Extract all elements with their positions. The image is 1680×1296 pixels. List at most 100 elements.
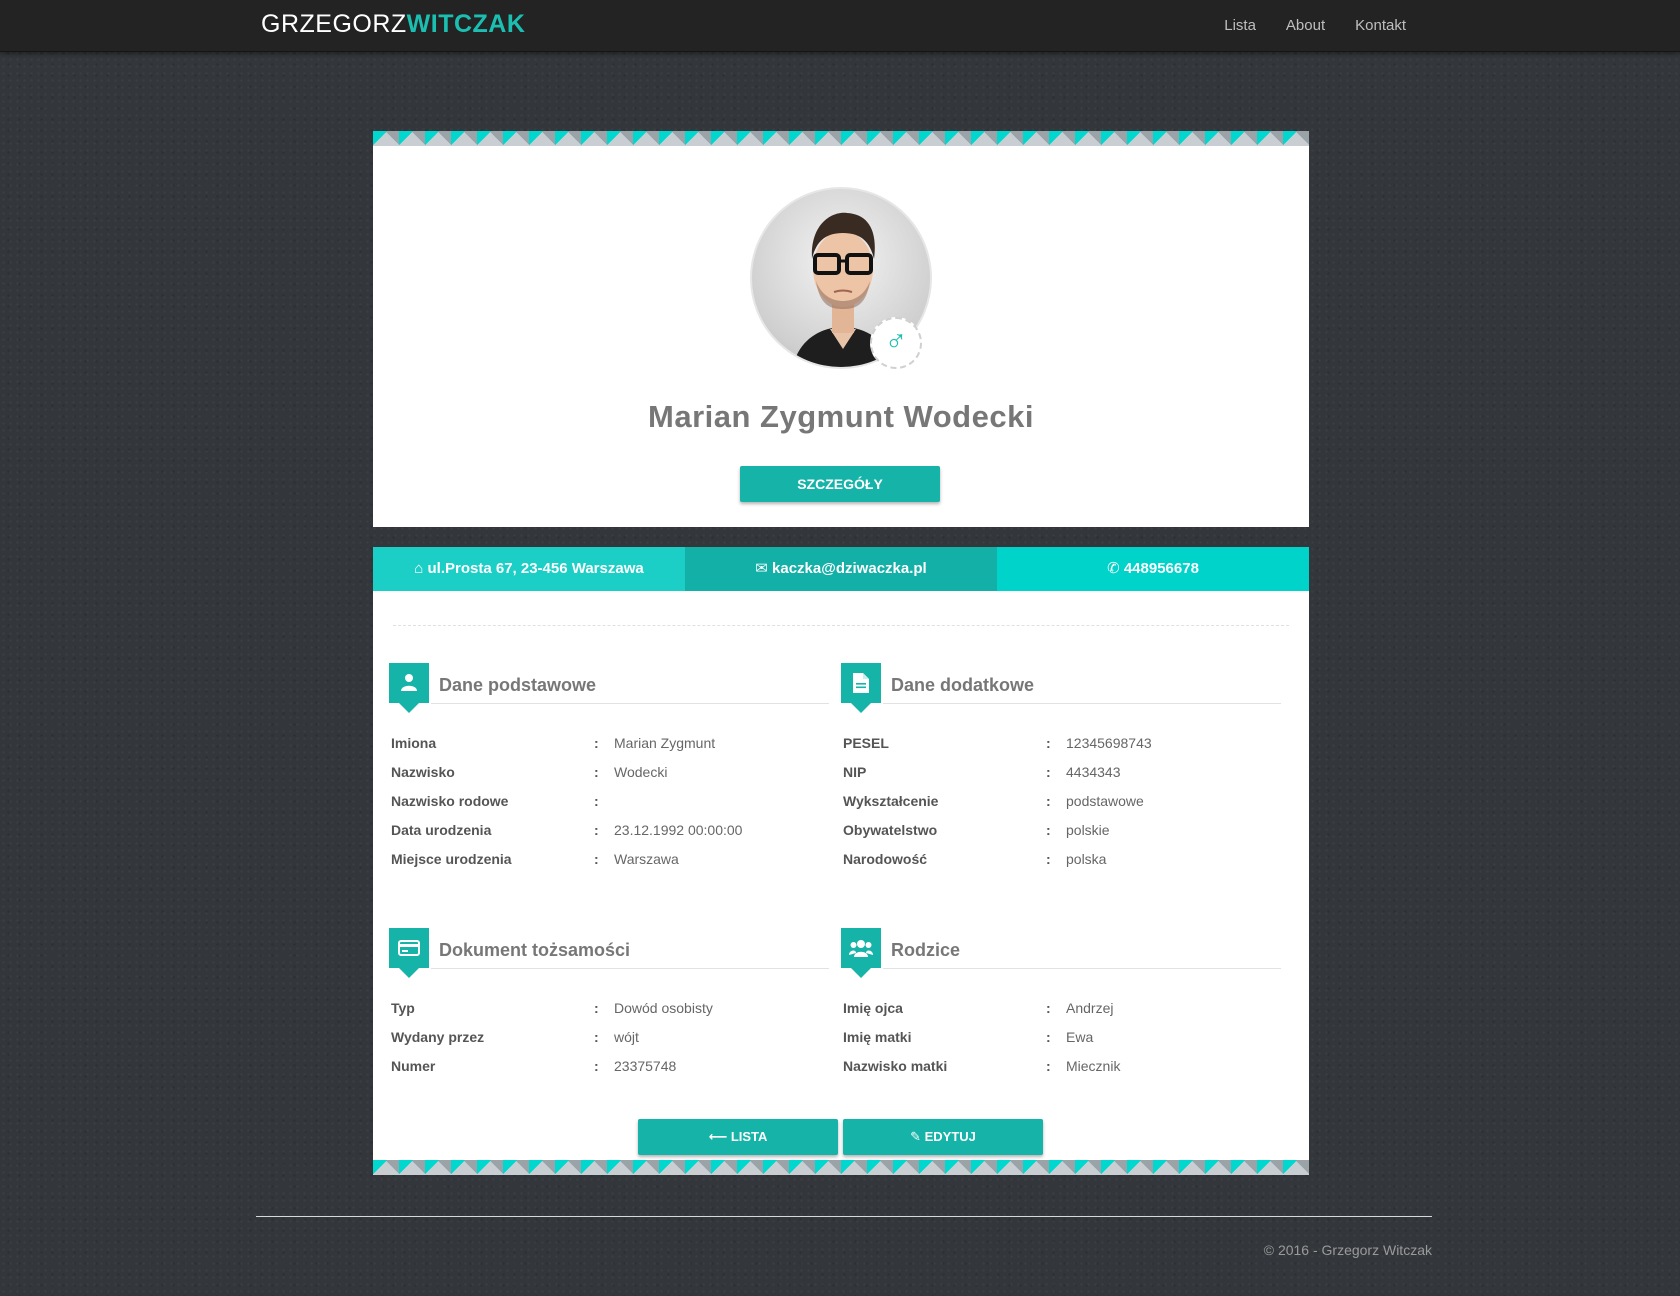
row-label: Imiona [391, 735, 437, 751]
table-row: Data urodzenia:23.12.1992 00:00:00 [389, 822, 829, 851]
brand-first: GRZEGORZ [261, 10, 407, 38]
table-row: Obywatelstwo: polskie [841, 822, 1281, 851]
dashed-divider [393, 625, 1289, 626]
row-value: podstawowe [1066, 793, 1144, 809]
section-title: Dane dodatkowe [891, 675, 1035, 695]
contact-email[interactable]: ✉ kaczka@dziwaczka.pl [685, 547, 997, 591]
section-extra: Dane dodatkowe PESEL:12345698743 NIP:443… [841, 663, 1281, 880]
credit-card-icon [389, 928, 429, 978]
list-button-label: LISTA [730, 1129, 768, 1144]
row-value: 23.12.1992 00:00:00 [614, 822, 743, 838]
phone-icon: ✆ [1107, 560, 1120, 577]
row-label: Narodowość [843, 851, 928, 867]
envelope-icon: ✉ [755, 560, 768, 577]
row-value: wójt [614, 1029, 639, 1045]
address-text: ul.Prosta 67, 23-456 Warszawa [427, 560, 644, 577]
table-row: Nazwisko matki: Miecznik [841, 1058, 1281, 1087]
nav-link-lista[interactable]: Lista [1224, 17, 1256, 34]
contact-bar: ⌂ ul.Prosta 67, 23-456 Warszawa ✉ kaczka… [373, 547, 1309, 591]
section-underline [883, 703, 1281, 704]
footer-divider [256, 1216, 1432, 1217]
decorative-triangle-strip [373, 1160, 1309, 1175]
row-label: NIP [843, 764, 867, 780]
arrow-left-icon: ⟵ [708, 1129, 731, 1144]
table-row: Imiona: Marian Zygmunt [389, 735, 829, 764]
section-parents: Rodzice Imię ojca: Andrzej Imię matki: Ewa… [841, 928, 1281, 1087]
row-value: Dowód osobisty [614, 1000, 713, 1016]
row-value: Warszawa [614, 851, 679, 867]
section-title: Dokument tożsamości [439, 940, 631, 960]
edit-button-label: EDYTUJ [924, 1129, 976, 1144]
row-value [614, 793, 829, 822]
row-value: Ewa [1066, 1029, 1094, 1045]
table-row: Imię ojca: Andrzej [841, 1000, 1281, 1029]
table-row: Nazwisko: Wodecki [389, 764, 829, 793]
section-header: Dane podstawowe [389, 663, 829, 713]
edit-icon: ✎ [910, 1129, 925, 1144]
section-underline [431, 703, 829, 704]
row-value: Miecznik [1066, 1058, 1121, 1074]
avatar-wrap: ♂ [750, 187, 932, 369]
table-row: Imię matki: Ewa [841, 1029, 1281, 1058]
row-label: Data urodzenia [391, 822, 492, 838]
navbar: GRZEGORZWITCZAK Lista About Kontakt [0, 0, 1680, 52]
row-label: Nazwisko [391, 764, 455, 780]
section-underline [431, 968, 829, 969]
table-row: Narodowość: polska [841, 851, 1281, 880]
row-label: Numer [391, 1058, 436, 1074]
row-label: Nazwisko rodowe [391, 793, 509, 809]
row-value: polska [1066, 851, 1107, 867]
section-document: Dokument tożsamości Typ: Dowód osobisty W… [389, 928, 829, 1087]
row-value: Andrzej [1066, 1000, 1114, 1016]
footer-copyright: © 2016 - Grzegorz Witczak [1263, 1242, 1432, 1258]
section-title: Dane podstawowe [439, 675, 597, 695]
row-label: Imię matki [843, 1029, 912, 1045]
nav-link-kontakt[interactable]: Kontakt [1355, 17, 1406, 34]
row-label: Nazwisko matki [843, 1058, 948, 1074]
person-name: Marian Zygmunt Wodecki [648, 399, 1034, 434]
row-label: Miejsce urodzenia [391, 851, 512, 867]
section-title: Rodzice [891, 940, 961, 960]
nav-link-about[interactable]: About [1286, 17, 1325, 34]
details-button[interactable]: SZCZEGÓŁY [740, 466, 940, 502]
list-button[interactable]: ⟵ LISTA [638, 1119, 838, 1155]
nav-links: Lista About Kontakt [1224, 17, 1406, 34]
contact-phone[interactable]: ✆ 448956678 [997, 547, 1309, 591]
email-text: kaczka@dziwaczka.pl [772, 560, 927, 577]
table-row: Miejsce urodzenia: Warszawa [389, 851, 829, 880]
row-value: 23375748 [614, 1058, 677, 1074]
table-row: PESEL:12345698743 [841, 735, 1281, 764]
table-row: Nazwisko rodowe: [389, 793, 829, 822]
row-value: 4434343 [1066, 764, 1121, 780]
section-header: Dane dodatkowe [841, 663, 1281, 713]
contact-address: ⌂ ul.Prosta 67, 23-456 Warszawa [373, 547, 685, 591]
action-buttons: ⟵ LISTA ✎ EDYTUJ [638, 1119, 1043, 1155]
row-value: Wodecki [614, 764, 668, 780]
male-gender-icon: ♂ [870, 317, 922, 369]
row-label: Obywatelstwo [843, 822, 938, 838]
user-icon [389, 663, 429, 713]
table-row: Wydany przez: wójt [389, 1029, 829, 1058]
section-header: Dokument tożsamości [389, 928, 829, 978]
table-row: NIP:4434343 [841, 764, 1281, 793]
row-label: Imię ojca [843, 1000, 903, 1016]
file-icon [841, 663, 881, 713]
brand-logo[interactable]: GRZEGORZWITCZAK [261, 10, 525, 39]
row-label: Typ [391, 1000, 415, 1016]
section-underline [883, 968, 1281, 969]
row-value: polskie [1066, 822, 1110, 838]
edit-button[interactable]: ✎ EDYTUJ [843, 1119, 1043, 1155]
row-label: Wykształcenie [843, 793, 939, 809]
profile-card: ♂ Marian Zygmunt Wodecki SZCZEGÓŁY [373, 131, 1309, 527]
decorative-triangle-strip [373, 131, 1309, 146]
row-value: Marian Zygmunt [614, 735, 716, 751]
home-icon: ⌂ [414, 560, 424, 577]
group-icon [841, 928, 881, 978]
brand-second: WITCZAK [406, 10, 526, 38]
table-row: Typ: Dowód osobisty [389, 1000, 829, 1029]
table-row: Wykształcenie: podstawowe [841, 793, 1281, 822]
row-value: 12345698743 [1066, 735, 1152, 751]
info-panel: ⌂ ul.Prosta 67, 23-456 Warszawa ✉ kaczka… [373, 547, 1309, 1175]
section-basic: Dane podstawowe Imiona: Marian Zygmunt Na… [389, 663, 829, 880]
table-row: Numer:23375748 [389, 1058, 829, 1087]
